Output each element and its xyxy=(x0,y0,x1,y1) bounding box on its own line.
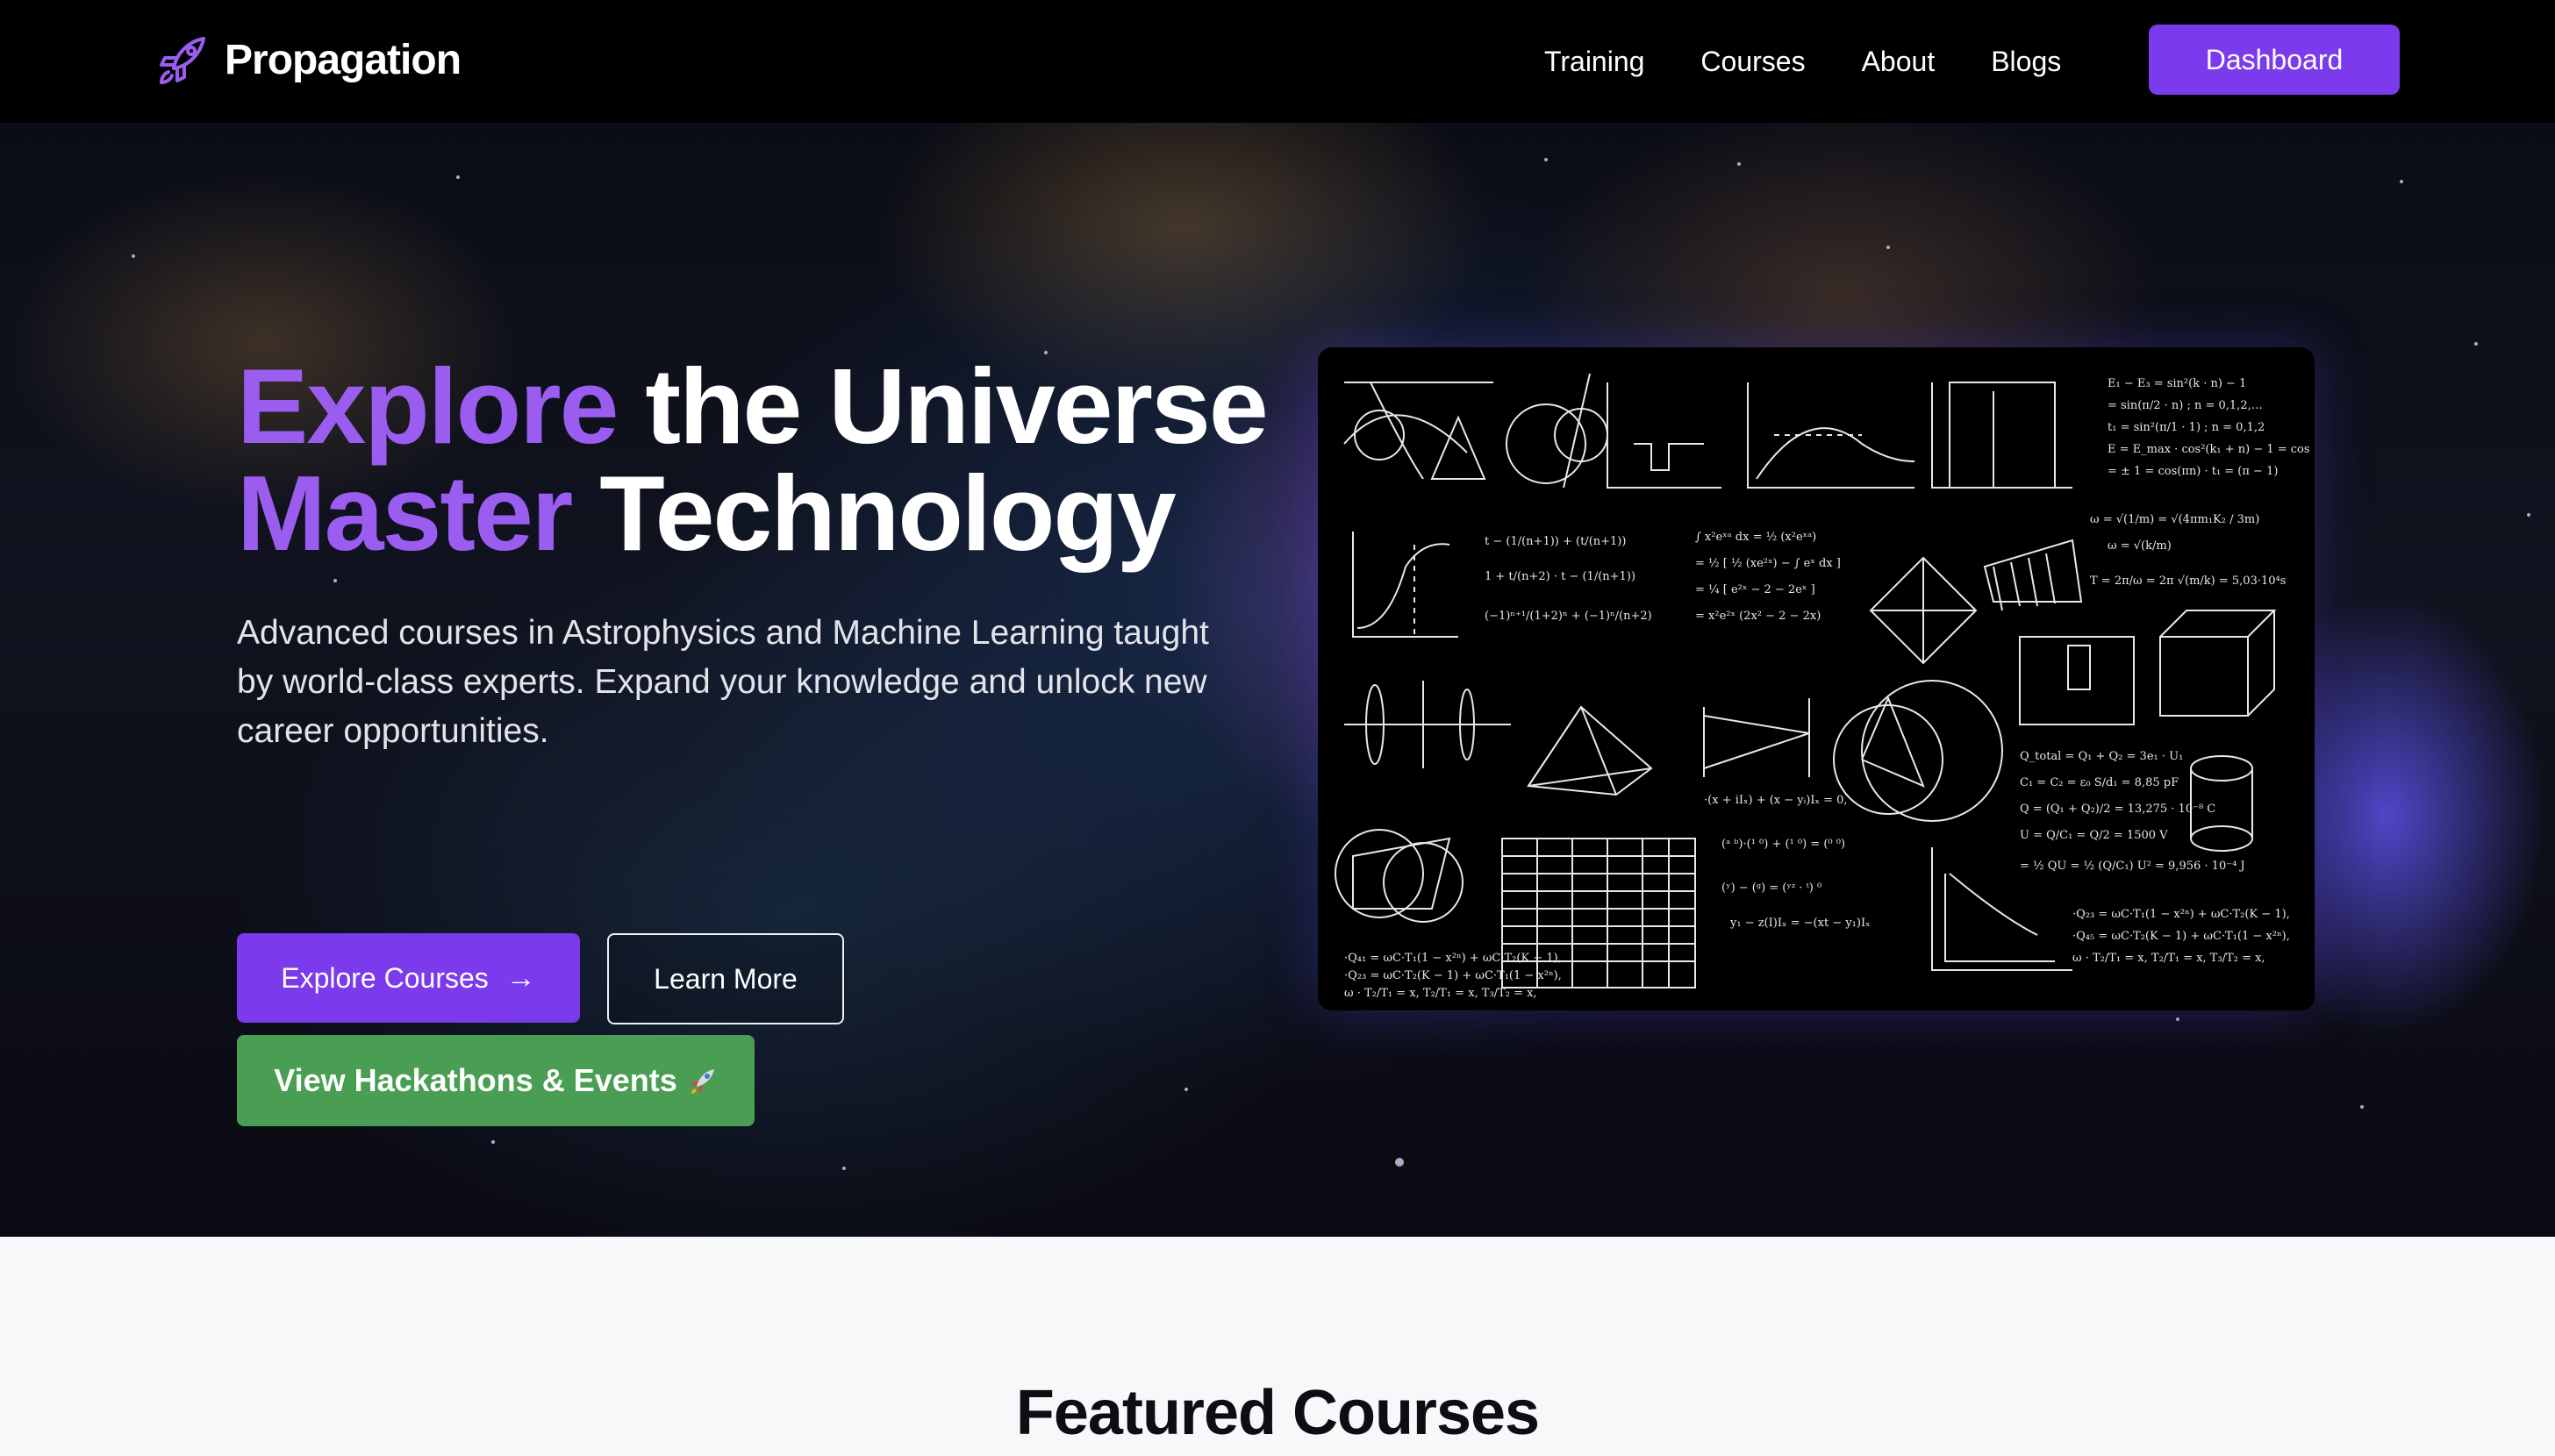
explore-courses-button[interactable]: Explore Courses → xyxy=(237,933,580,1023)
svg-text:ω · T₂/T₁ = x, T₂/T₁ = x, T₃/T: ω · T₂/T₁ = x, T₂/T₁ = x, T₃/T₂ = x, xyxy=(1344,987,1537,1000)
hero-title-accent-1: Explore xyxy=(237,346,619,466)
hero-title-rest-1: the Universe xyxy=(617,346,1268,466)
svg-text:T = 2π/ω = 2π √(m/k) = 5,03·10: T = 2π/ω = 2π √(m/k) = 5,03·10⁴s xyxy=(2090,575,2286,588)
svg-text:(−1)ⁿ⁺¹/(1+2)ⁿ + (−1)ⁿ/(n+2): (−1)ⁿ⁺¹/(1+2)ⁿ + (−1)ⁿ/(n+2) xyxy=(1485,610,1652,623)
svg-text:E = E_max · cos²(k₁ + n) − 1 =: E = E_max · cos²(k₁ + n) − 1 = cos xyxy=(2108,443,2310,456)
svg-text:t₁ = sin²(π/1 · 1) ; n = 0,1,2: t₁ = sin²(π/1 · 1) ; n = 0,1,2 xyxy=(2108,421,2265,434)
nav-link-courses[interactable]: Courses xyxy=(1700,46,1805,78)
nav-links: Training Courses About Blogs xyxy=(1544,0,2061,123)
view-hackathons-label: View Hackathons & Events xyxy=(274,1062,677,1098)
svg-text:C₁ = C₂ = ε₀ S/d₁ = 8,85 pF: C₁ = C₂ = ε₀ S/d₁ = 8,85 pF xyxy=(2020,776,2179,789)
svg-text:·Q₂₃ = ωC·T₂(K − 1) + ωC·T₁(1: ·Q₂₃ = ωC·T₂(K − 1) + ωC·T₁(1 − x²ⁿ), xyxy=(1344,969,1562,982)
svg-text:1 + t/(n+2) · t − (1/(n+1)): 1 + t/(n+2) · t − (1/(n+1)) xyxy=(1485,570,1635,583)
svg-text:Q = (Q₁ + Q₂)/2 = 13,275 · 10⁻: Q = (Q₁ + Q₂)/2 = 13,275 · 10⁻⁸ C xyxy=(2020,803,2215,816)
hero-section: Explore the Universe Master Technology A… xyxy=(0,123,2555,1237)
svg-text:y₁ − z(I)Iₓ = −(xt − y₁)Iₓ: y₁ − z(I)Iₓ = −(xt − y₁)Iₓ xyxy=(1729,917,1871,930)
svg-text:= ¼ [ e²ˣ − 2 − 2eˣ ]: = ¼ [ e²ˣ − 2 − 2eˣ ] xyxy=(1695,583,1815,596)
rocket-emoji-icon xyxy=(691,1069,714,1094)
svg-text:ω = √(k/m): ω = √(k/m) xyxy=(2108,539,2172,553)
hero-title-accent-2: Master xyxy=(237,453,573,573)
physics-blackboard-image: E₁ − E₃ = sin²(k · n) − 1 = sin(π/2 · n)… xyxy=(1318,347,2315,1010)
explore-courses-label: Explore Courses xyxy=(281,961,489,994)
svg-text:U = Q/C₁ = Q/2 = 1500 V: U = Q/C₁ = Q/2 = 1500 V xyxy=(2020,829,2168,842)
svg-text:= ½ QU = ½ (Q/C₁) U² = 9,956 ·: = ½ QU = ½ (Q/C₁) U² = 9,956 · 10⁻⁴ J xyxy=(2020,860,2245,873)
svg-text:(ᵃ ᵇ)·(¹ ⁰) + (¹ ⁰) = (⁰ ⁰): (ᵃ ᵇ)·(¹ ⁰) + (¹ ⁰) = (⁰ ⁰) xyxy=(1721,838,1845,851)
nav-link-blogs[interactable]: Blogs xyxy=(1991,46,2061,78)
brand-logo[interactable]: Propagation xyxy=(154,32,462,88)
rocket-icon xyxy=(160,37,205,84)
svg-text:·(x + iIₓ) + (x − yᵢ)Iₓ = 0,: ·(x + iIₓ) + (x − yᵢ)Iₓ = 0, xyxy=(1704,794,1848,807)
dashboard-button[interactable]: Dashboard xyxy=(2149,25,2400,95)
svg-text:(ʸ) − (ᵍ) = (ʸᶻ · ᵗ) ⁰: (ʸ) − (ᵍ) = (ʸᶻ · ᵗ) ⁰ xyxy=(1721,881,1821,895)
arrow-right-icon: → xyxy=(505,960,536,995)
svg-text:ω = √(1/m) = √(4πm₁K₂ / 3m): ω = √(1/m) = √(4πm₁K₂ / 3m) xyxy=(2090,513,2259,526)
svg-text:·Q₄₅ = ωC·T₂(K − 1) + ωC·T₁(1: ·Q₄₅ = ωC·T₂(K − 1) + ωC·T₁(1 − x²ⁿ), xyxy=(2072,930,2290,943)
learn-more-button[interactable]: Learn More xyxy=(607,933,844,1024)
svg-text:= sin(π/2 · n) ; n = 0,1,2,…: = sin(π/2 · n) ; n = 0,1,2,… xyxy=(2108,399,2263,412)
nav-link-about[interactable]: About xyxy=(1862,46,1936,78)
svg-text:ω · T₂/T₁ = x, T₂/T₁ = x, T₃/T: ω · T₂/T₁ = x, T₂/T₁ = x, T₃/T₂ = x, xyxy=(2072,952,2265,965)
svg-text:·Q₄₁ = ωC·T₁(1 − x²ⁿ) + ωC·T₂(: ·Q₄₁ = ωC·T₁(1 − x²ⁿ) + ωC·T₂(K − 1), xyxy=(1344,952,1562,965)
svg-text:= ± 1 = cos(πn) · t₁ = (π − 1): = ± 1 = cos(πn) · t₁ = (π − 1) xyxy=(2108,465,2278,478)
svg-text:= x²e²ˣ (2x² − 2 − 2x): = x²e²ˣ (2x² − 2 − 2x) xyxy=(1695,610,1821,623)
svg-text:E₁ − E₃ = sin²(k · n) − 1: E₁ − E₃ = sin²(k · n) − 1 xyxy=(2108,377,2246,390)
nav-link-training[interactable]: Training xyxy=(1544,46,1644,78)
brand-name: Propagation xyxy=(225,36,462,83)
hero-title: Explore the Universe Master Technology xyxy=(237,353,1269,567)
svg-text:= ½ [ ½ (xe²ˣ) − ∫ eˣ dx ]: = ½ [ ½ (xe²ˣ) − ∫ eˣ dx ] xyxy=(1695,557,1841,570)
view-hackathons-button[interactable]: View Hackathons & Events xyxy=(237,1035,755,1126)
featured-courses-heading: Featured Courses xyxy=(1015,1378,1540,1448)
svg-text:t − (1/(n+1)) + (t/(n+1)): t − (1/(n+1)) + (t/(n+1)) xyxy=(1485,535,1626,548)
top-navbar: Propagation Training Courses About Blogs… xyxy=(0,0,2555,123)
hero-title-rest-2: Technology xyxy=(571,453,1177,573)
svg-text:Q_total = Q₁ + Q₂ = 3e₁ · U₁: Q_total = Q₁ + Q₂ = 3e₁ · U₁ xyxy=(2020,750,2183,763)
svg-text:∫ x²eˣᵃ dx = ½ (x²eˣᵃ): ∫ x²eˣᵃ dx = ½ (x²eˣᵃ) xyxy=(1695,531,1816,544)
hero-subtitle: Advanced courses in Astrophysics and Mac… xyxy=(237,614,1209,750)
svg-text:·Q₂₃ = ωC·T₁(1 − x²ⁿ) + ωC·T₂(: ·Q₂₃ = ωC·T₁(1 − x²ⁿ) + ωC·T₂(K − 1), xyxy=(2072,908,2290,921)
